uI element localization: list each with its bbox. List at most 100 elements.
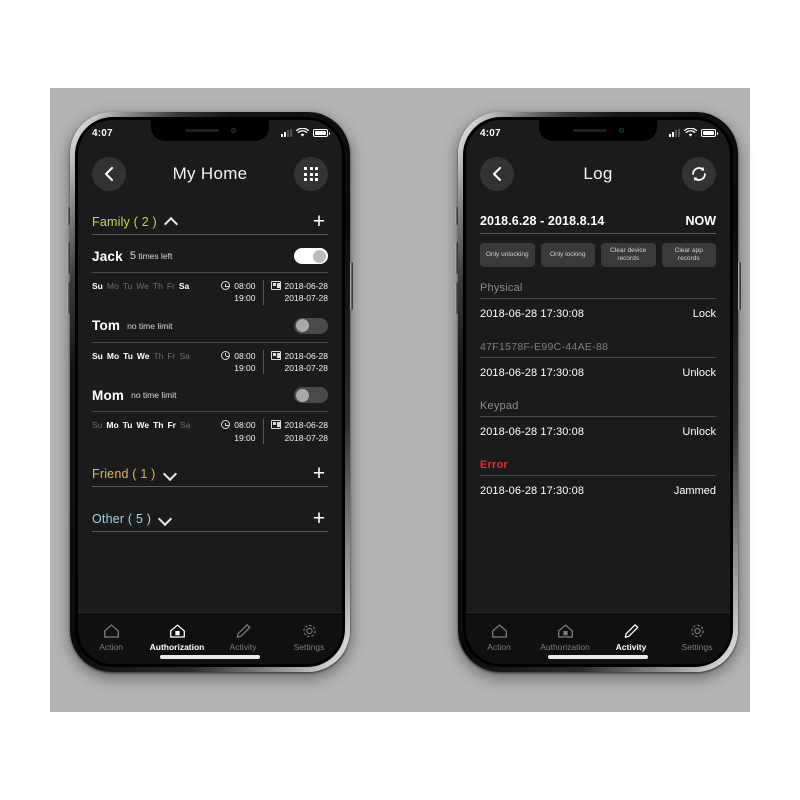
- day-tu[interactable]: Tu: [123, 420, 133, 430]
- volume-down-button[interactable]: [67, 282, 70, 314]
- tab-settings[interactable]: Settings: [664, 617, 730, 652]
- log-action: Unlock: [682, 367, 716, 380]
- day-su[interactable]: Su: [92, 420, 102, 430]
- log-list[interactable]: 2018.6.28 - 2018.8.14 NOW Only unlocking…: [466, 202, 730, 612]
- tab-action[interactable]: Action: [466, 617, 532, 652]
- day-we[interactable]: We: [137, 351, 150, 361]
- earpiece-speaker: [184, 129, 219, 132]
- authorization-list[interactable]: Family ( 2 ) + Jack 5 times left Su Mo T…: [78, 202, 342, 612]
- user-limit-text: no time limit: [127, 320, 173, 331]
- group-label-family: Family ( 2 ): [92, 215, 157, 229]
- back-button[interactable]: [92, 157, 126, 191]
- user-row-tom[interactable]: Tom no time limit Su Mo Tu We Th Fr Sa 0…: [92, 307, 328, 377]
- back-chevron-icon: [492, 166, 502, 182]
- log-entry[interactable]: 2018-06-28 17:30:08 Unlock: [480, 417, 716, 448]
- notch: [151, 120, 269, 141]
- date-end: 2018-07-28: [284, 293, 328, 304]
- weekday-selector[interactable]: Su Mo Tu We Th Fr Sa: [92, 280, 189, 291]
- grid-menu-button[interactable]: [294, 157, 328, 191]
- filter-only-unlocking-button[interactable]: Only unlocking: [480, 243, 535, 268]
- tab-activity[interactable]: Activity: [598, 617, 664, 652]
- group-header-friend[interactable]: Friend ( 1 ) +: [92, 446, 328, 486]
- day-su[interactable]: Su: [92, 281, 103, 291]
- add-family-member-button[interactable]: +: [310, 211, 328, 232]
- group-header-family[interactable]: Family ( 2 ) +: [92, 202, 328, 234]
- home-key-icon: [557, 624, 573, 638]
- cellular-signal-icon: [669, 129, 680, 137]
- tab-action[interactable]: Action: [78, 617, 144, 652]
- chevron-down-icon[interactable]: [159, 515, 172, 523]
- day-th[interactable]: Th: [154, 351, 164, 361]
- status-icons: [669, 128, 718, 138]
- date-range: 2018-06-28 2018-07-28: [270, 419, 328, 444]
- user-row-jack[interactable]: Jack 5 times left Su Mo Tu We Th Fr Sa 0…: [92, 237, 328, 307]
- power-button[interactable]: [350, 262, 353, 310]
- day-mo[interactable]: Mo: [107, 351, 119, 361]
- day-th[interactable]: Th: [153, 281, 163, 291]
- home-indicator[interactable]: [160, 655, 260, 659]
- day-fr[interactable]: Fr: [167, 281, 175, 291]
- day-th[interactable]: Th: [153, 420, 163, 430]
- mute-switch[interactable]: [67, 207, 70, 225]
- tab-label: Settings: [293, 642, 325, 652]
- day-mo[interactable]: Mo: [106, 420, 118, 430]
- group-header-other[interactable]: Other ( 5 ) +: [92, 489, 328, 531]
- user-enable-toggle[interactable]: [294, 317, 328, 334]
- clock-icon: [221, 281, 231, 290]
- log-entry[interactable]: 2018-06-28 17:30:08 Lock: [480, 299, 716, 330]
- day-sa[interactable]: Sa: [180, 420, 190, 430]
- day-sa[interactable]: Sa: [179, 351, 189, 361]
- date-end: 2018-07-28: [284, 432, 328, 443]
- time-values: 08:00 19:00: [234, 350, 255, 375]
- tab-activity[interactable]: Activity: [210, 617, 276, 652]
- date-start: 2018-06-28: [284, 350, 328, 361]
- filter-only-locking-button[interactable]: Only locking: [540, 243, 595, 268]
- day-we[interactable]: We: [136, 281, 149, 291]
- user-enable-toggle[interactable]: [294, 387, 328, 404]
- user-enable-toggle[interactable]: [294, 248, 328, 264]
- gear-icon: [690, 624, 704, 638]
- home-indicator[interactable]: [548, 655, 648, 659]
- volume-up-button[interactable]: [67, 242, 70, 274]
- chevron-down-icon[interactable]: [164, 470, 177, 478]
- day-su[interactable]: Su: [92, 351, 103, 361]
- date-range-selector[interactable]: 2018.6.28 - 2018.8.14 NOW: [480, 202, 716, 233]
- log-filter-buttons: Only unlocking Only locking Clear device…: [480, 236, 716, 271]
- day-fr[interactable]: Fr: [167, 351, 175, 361]
- volume-down-button[interactable]: [455, 282, 458, 314]
- time-start: 08:00: [234, 350, 256, 361]
- clear-device-records-button[interactable]: Clear device records: [601, 243, 656, 268]
- day-sa[interactable]: Sa: [179, 281, 189, 291]
- screenshot-stage: 4:07 My Home Family (2) + Jack 5 times…: [0, 0, 800, 800]
- chevron-up-icon[interactable]: [165, 218, 178, 226]
- mute-switch[interactable]: [455, 207, 458, 225]
- day-tu[interactable]: Tu: [123, 351, 133, 361]
- home-icon: [103, 624, 119, 638]
- date-end: 2018-07-28: [284, 362, 328, 373]
- add-other-button[interactable]: +: [310, 508, 328, 529]
- log-entry[interactable]: 2018-06-28 17:30:08 Unlock: [480, 358, 716, 389]
- now-button[interactable]: NOW: [685, 214, 716, 228]
- weekday-selector[interactable]: Su Mo Tu We Th Fr Sa: [92, 350, 190, 361]
- back-button[interactable]: [480, 157, 514, 191]
- tab-authorization[interactable]: Authorization: [532, 617, 598, 652]
- day-tu[interactable]: Tu: [123, 281, 133, 291]
- day-mo[interactable]: Mo: [107, 281, 119, 291]
- back-chevron-icon: [104, 166, 114, 182]
- day-fr[interactable]: Fr: [167, 420, 176, 430]
- user-row-mom[interactable]: Mom no time limit Su Mo Tu We Th Fr Sa 0…: [92, 376, 328, 446]
- clock-icon: [221, 420, 231, 430]
- log-entry[interactable]: 2018-06-28 17:30:08 Jammed: [480, 476, 716, 507]
- clear-app-records-button[interactable]: Clear app records: [661, 243, 716, 268]
- log-section-title-physical: Physical: [480, 282, 523, 295]
- divider: [480, 233, 716, 234]
- tab-authorization[interactable]: Authorization: [144, 617, 210, 652]
- weekday-selector[interactable]: Su Mo Tu We Th Fr Sa: [92, 419, 190, 430]
- refresh-button[interactable]: [682, 157, 716, 191]
- tab-settings[interactable]: Settings: [276, 617, 342, 652]
- add-friend-button[interactable]: +: [310, 463, 328, 484]
- power-button[interactable]: [738, 262, 741, 310]
- day-we[interactable]: We: [136, 420, 149, 430]
- wifi-icon: [296, 128, 309, 137]
- volume-up-button[interactable]: [455, 242, 458, 274]
